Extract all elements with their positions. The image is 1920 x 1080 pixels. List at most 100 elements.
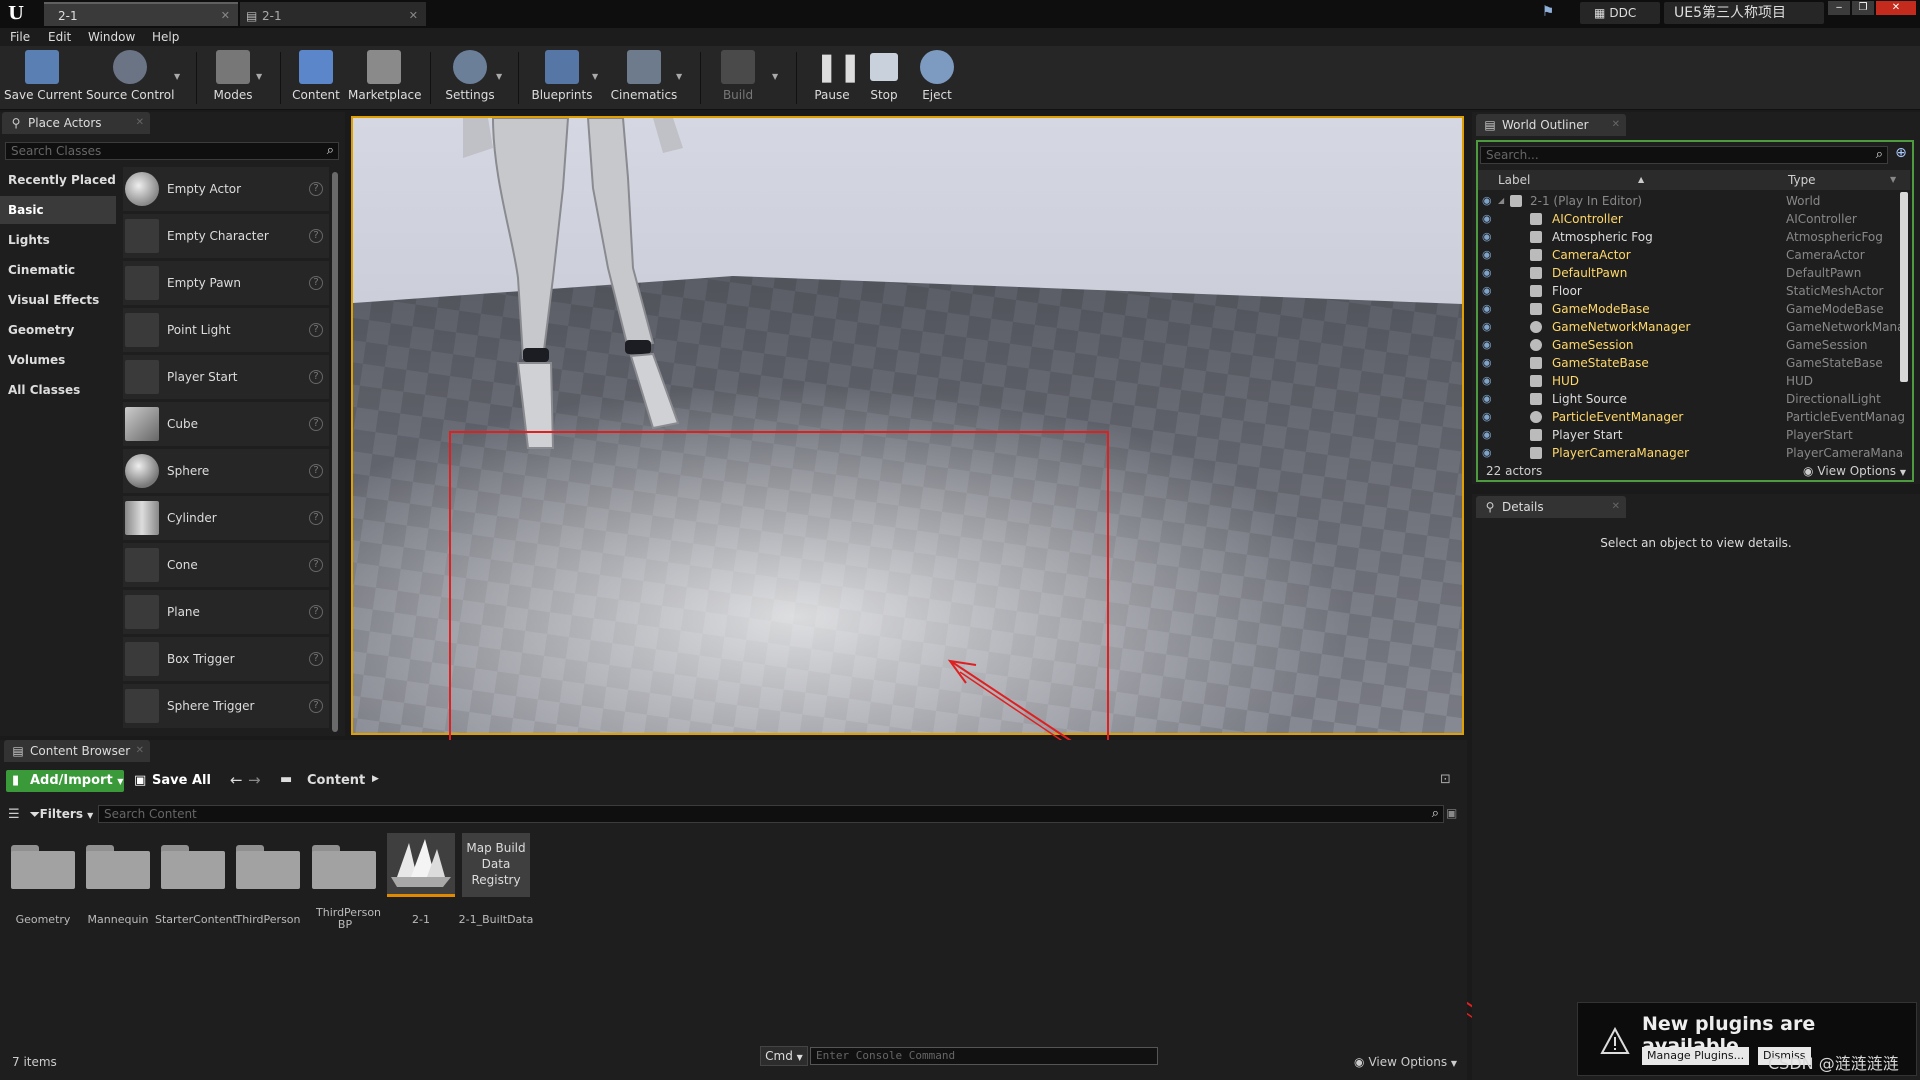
eye-icon[interactable]: ◉ xyxy=(1482,408,1492,426)
save-all-button[interactable]: ▣ Save All xyxy=(134,770,211,792)
row-label: Light Source xyxy=(1552,392,1627,406)
details-tab[interactable]: ⚲ Details ✕ xyxy=(1476,496,1626,518)
eye-icon[interactable]: ◉ xyxy=(1482,282,1492,300)
search-icon[interactable]: ⌕ xyxy=(1876,147,1883,163)
search-content-input[interactable]: Search Content ⌕ xyxy=(98,805,1444,823)
eye-icon[interactable]: ◉ xyxy=(1482,264,1492,282)
camera-icon xyxy=(1530,249,1542,261)
scrollbar[interactable] xyxy=(1900,192,1908,382)
outliner-row[interactable]: ◉ GameStateBase GameStateBase xyxy=(1478,354,1904,372)
forward-arrow-icon[interactable]: → xyxy=(248,771,261,789)
row-type: GameModeBase xyxy=(1786,302,1884,316)
outliner-row[interactable]: ◉ AIController AIController xyxy=(1478,210,1904,228)
back-arrow-icon[interactable]: ← xyxy=(230,771,243,789)
eye-icon[interactable]: ◉ xyxy=(1482,444,1492,462)
outliner-header: Label ▲ Type ▼ xyxy=(1478,170,1910,190)
chevron-right-icon[interactable]: ▶ xyxy=(372,774,379,784)
chevron-down-icon: ▼ xyxy=(1899,468,1906,477)
row-type: World xyxy=(1786,194,1821,208)
row-type: DirectionalLight xyxy=(1786,392,1881,406)
fog-icon xyxy=(1530,231,1542,243)
map-build-data-thumbnail[interactable]: Map Build Data Registry xyxy=(462,833,530,897)
folder-mannequin[interactable] xyxy=(86,845,150,889)
row-label: CameraActor xyxy=(1552,248,1631,262)
filters-button[interactable]: ⏷Filters ▼ xyxy=(30,804,93,824)
outliner-row[interactable]: ◉ ◢ 2-1 (Play In Editor) World xyxy=(1478,192,1904,210)
content-browser-tab-label: Content Browser xyxy=(30,744,131,758)
eye-icon[interactable]: ◉ xyxy=(1482,300,1492,318)
row-label: GameSession xyxy=(1552,338,1634,352)
save-search-icon[interactable]: ▣ xyxy=(1446,806,1457,820)
outliner-search-input[interactable]: Search... ⌕ xyxy=(1480,146,1888,164)
row-type: GameSession xyxy=(1786,338,1868,352)
asset-label: Geometry xyxy=(15,913,71,926)
add-import-button[interactable]: ▮ Add/Import ▼ xyxy=(6,770,124,792)
static-mesh-icon xyxy=(1530,285,1542,297)
world-outliner-tab[interactable]: ▤ World Outliner ✕ xyxy=(1476,114,1626,136)
filters-label: Filters xyxy=(39,807,83,821)
search-content-placeholder: Search Content xyxy=(104,807,197,821)
eye-icon[interactable]: ◉ xyxy=(1482,390,1492,408)
cmd-label: Cmd xyxy=(765,1049,793,1063)
outliner-row[interactable]: ◉ ParticleEventManager ParticleEventManage… xyxy=(1478,408,1904,426)
outliner-row[interactable]: ◉ Player Start PlayerStart xyxy=(1478,426,1904,444)
details-panel: ⚲ Details ✕ Select an object to view detai… xyxy=(1472,494,1920,1080)
outliner-row[interactable]: ◉ Floor StaticMeshActor xyxy=(1478,282,1904,300)
sources-toggle-icon[interactable]: ☰ xyxy=(8,807,20,822)
folder-geometry[interactable] xyxy=(11,845,75,889)
eye-icon[interactable]: ◉ xyxy=(1482,210,1492,228)
eye-icon[interactable]: ◉ xyxy=(1482,318,1492,336)
folder-starter-content[interactable] xyxy=(161,845,225,889)
outliner-row[interactable]: ◉ Atmospheric Fog AtmosphericFog xyxy=(1478,228,1904,246)
outliner-row[interactable]: ◉ GameSession GameSession xyxy=(1478,336,1904,354)
chevron-down-icon: ▼ xyxy=(796,1053,803,1062)
folder-third-person[interactable] xyxy=(236,845,300,889)
asset-label: StarterContent xyxy=(155,913,237,926)
eye-icon[interactable]: ◉ xyxy=(1482,336,1492,354)
content-browser-tab[interactable]: ▤ Content Browser ✕ xyxy=(4,740,150,762)
row-label: GameModeBase xyxy=(1552,302,1650,316)
col-type[interactable]: Type xyxy=(1788,170,1816,190)
chevron-down-icon[interactable]: ▼ xyxy=(1890,170,1896,190)
expand-icon[interactable]: ◢ xyxy=(1498,192,1504,210)
outliner-row[interactable]: ◉ CameraActor CameraActor xyxy=(1478,246,1904,264)
eye-icon[interactable]: ◉ xyxy=(1482,354,1492,372)
path-content[interactable]: Content xyxy=(307,770,365,792)
eye-icon[interactable]: ◉ xyxy=(1482,372,1492,390)
manage-plugins-button[interactable]: Manage Plugins... xyxy=(1642,1047,1750,1065)
eye-icon[interactable]: ◉ xyxy=(1482,228,1492,246)
sort-up-icon: ▲ xyxy=(1638,175,1645,184)
close-icon[interactable]: ✕ xyxy=(136,740,144,762)
outliner-row[interactable]: ◉ Light Source DirectionalLight xyxy=(1478,390,1904,408)
outliner-row[interactable]: ◉ DefaultPawn DefaultPawn xyxy=(1478,264,1904,282)
row-label: PlayerCameraManager xyxy=(1552,446,1690,460)
eye-icon[interactable]: ◉ xyxy=(1482,426,1492,444)
asset-label: ThirdPerson BP xyxy=(316,906,382,931)
close-icon[interactable]: ✕ xyxy=(1612,496,1620,518)
lock-icon[interactable]: ⊡ xyxy=(1440,772,1451,787)
chevron-down-icon: ▼ xyxy=(1450,1059,1458,1068)
outliner-row[interactable]: ◉ PlayerCameraManager PlayerCameraManager xyxy=(1478,444,1904,462)
row-type: HUD xyxy=(1786,374,1814,388)
outliner-row[interactable]: ◉ HUD HUD xyxy=(1478,372,1904,390)
row-type: StaticMeshActor xyxy=(1786,284,1884,298)
chevron-down-icon: ▼ xyxy=(117,777,124,786)
add-folder-icon[interactable]: ⊕ xyxy=(1892,145,1910,163)
row-type: CameraActor xyxy=(1786,248,1865,262)
outliner-row[interactable]: ◉ GameModeBase GameModeBase xyxy=(1478,300,1904,318)
search-icon[interactable]: ⌕ xyxy=(1432,806,1439,822)
row-label: Atmospheric Fog xyxy=(1552,230,1653,244)
col-label[interactable]: Label xyxy=(1498,170,1530,190)
view-options-button[interactable]: ◉ View Options ▼ xyxy=(1803,462,1906,482)
close-icon[interactable]: ✕ xyxy=(1612,114,1620,136)
folder-third-person-bp[interactable] xyxy=(312,845,376,889)
content-view-options-button[interactable]: ◉ View Options ▼ xyxy=(1354,1055,1457,1069)
console-input[interactable]: Enter Console Command xyxy=(810,1047,1158,1065)
outliner-row[interactable]: ◉ GameNetworkManager GameNetworkManager xyxy=(1478,318,1904,336)
eye-icon[interactable]: ◉ xyxy=(1482,192,1492,210)
row-type: PlayerCameraManager xyxy=(1786,446,1904,460)
console-cmd-dropdown[interactable]: Cmd ▼ xyxy=(760,1046,808,1066)
details-empty-text: Select an object to view details. xyxy=(1600,536,1792,550)
level-asset-thumbnail[interactable] xyxy=(387,833,455,897)
eye-icon[interactable]: ◉ xyxy=(1482,246,1492,264)
